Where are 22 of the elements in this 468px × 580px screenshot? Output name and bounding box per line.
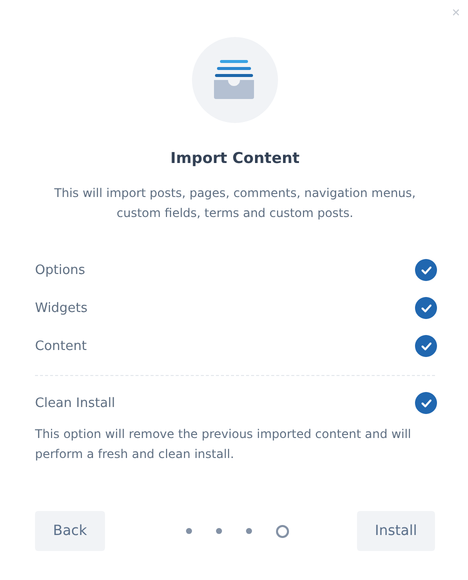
check-icon: [420, 342, 432, 350]
check-icon: [420, 266, 432, 274]
step-dot[interactable]: [246, 528, 252, 534]
checkbox[interactable]: [415, 297, 437, 319]
check-icon: [420, 304, 432, 312]
option-label: Widgets: [35, 300, 88, 316]
step-dot[interactable]: [216, 528, 222, 534]
option-description: This option will remove the previous imported content and will perform a fresh and clean install.: [35, 426, 412, 463]
checkbox[interactable]: [415, 259, 437, 281]
inbox-icon: [214, 60, 256, 100]
dialog-title: Import Content: [169, 149, 301, 167]
option-label: Clean Install: [35, 396, 116, 410]
description: This will import posts, pages, comments, navigation menus, custom fields, terms and custom posts.: [53, 185, 417, 222]
step-dot[interactable]: [186, 528, 192, 534]
back-button[interactable]: Back: [35, 511, 105, 551]
checkbox[interactable]: [415, 335, 437, 357]
check-icon: [420, 398, 432, 408]
option-label: Content: [35, 338, 87, 354]
install-button[interactable]: Install: [356, 511, 435, 551]
checkbox[interactable]: [415, 392, 437, 414]
step-dot[interactable]: [276, 524, 290, 538]
option-label: Options: [35, 262, 86, 278]
